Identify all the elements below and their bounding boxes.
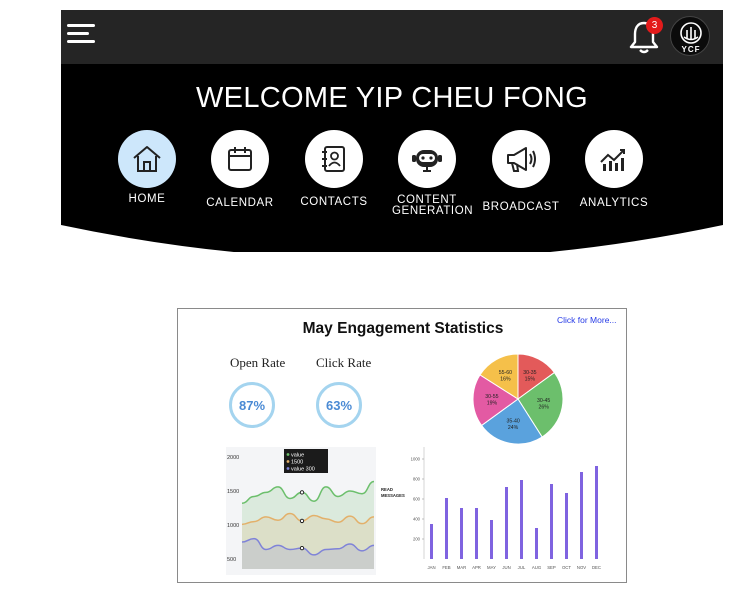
pie-slice-label: 30-55 [485,394,498,400]
x-tick-label: OCT [562,565,571,570]
nav-content-generation-label: CONTENT GENERATION [392,194,474,217]
notification-badge: 3 [646,17,663,34]
y-tick-label: 2000 [227,455,239,461]
calendar-icon [228,147,252,171]
pie-slice-label: 30-45 [537,398,550,404]
logo-text: YCF [681,45,701,54]
nav-contacts-label: CONTACTS [300,196,368,208]
y-tick-label: 1000 [411,457,421,462]
series-marker [299,490,305,495]
x-tick-label: SEP [547,565,556,570]
bar [550,484,553,559]
nav-calendar[interactable]: CALENDAR [195,130,285,209]
click-for-more-link[interactable]: Click for More... [557,315,617,325]
nav-calendar-label: CALENDAR [206,197,274,209]
tooltip-dot [286,460,290,463]
nav-contacts[interactable]: CONTACTS [289,130,379,208]
hero-section: WELCOME YIP CHEU FONG HOME CALENDAR CONT… [61,64,723,252]
nav-content-generation[interactable]: CONTENT GENERATION [382,130,474,217]
y-tick-label: 400 [413,517,421,522]
open-rate-ring: 87% [229,382,275,428]
nav-contacts-circle [305,130,363,188]
nav-analytics-circle [585,130,643,188]
x-tick-label: FEB [442,565,450,570]
robot-icon [412,150,442,172]
nav-analytics[interactable]: ANALYTICS [569,130,659,209]
y-tick-label: 200 [413,537,421,542]
tooltip-dot [286,453,290,456]
click-rate-label: Click Rate [316,355,372,370]
bar [565,493,568,559]
bar [445,498,448,559]
bar [505,487,508,559]
analytics-icon [600,149,625,171]
nav-broadcast-label: BROADCAST [482,201,560,213]
nav-content-generation-circle [398,130,456,188]
engagement-stats-card[interactable]: May Engagement Statistics Click for More… [177,308,627,583]
click-rate-value: 63% [325,397,353,413]
notification-button[interactable]: 3 [626,16,663,58]
open-rate-value: 87% [238,397,266,413]
pie-slice-label: 30-35 [523,370,536,376]
bar [580,472,583,559]
x-tick-label: DEC [592,565,601,570]
nav-home-circle [118,130,176,188]
x-tick-label: JUN [502,565,510,570]
welcome-title: WELCOME YIP CHEU FONG [196,82,588,114]
bar [535,528,538,559]
bar [490,520,493,559]
y-tick-label: 500 [227,557,236,563]
bar [595,466,598,559]
bar [430,524,433,559]
series-marker [299,518,305,524]
avatar[interactable]: YCF [670,16,710,56]
nav-home-label: HOME [128,193,166,205]
x-tick-label: MAY [487,565,496,570]
nav-home[interactable]: HOME [102,130,192,205]
megaphone-icon [507,147,536,172]
y-tick-label: 1000 [227,523,239,529]
pie-slice-label: 55-60 [499,370,512,376]
pie-slice-label: 24% [508,425,519,431]
x-tick-label: JAN [427,565,435,570]
tooltip-line: 1500 [291,460,303,466]
nav-broadcast[interactable]: BROADCAST [476,130,566,213]
open-rate-label: Open Rate [230,355,286,370]
x-tick-label: APR [472,565,481,570]
pie-slice-label: 35-40 [506,419,519,425]
series-marker [299,545,305,551]
tooltip-line: value 300 [291,467,315,473]
x-tick-label: AUG [532,565,542,570]
ycf-logo [680,22,702,44]
bar [475,508,478,559]
pie-slice-label: 15% [525,376,536,382]
contacts-icon [322,146,345,172]
click-rate-ring: 63% [316,382,362,428]
menu-icon[interactable] [67,22,95,46]
nav-calendar-circle [211,130,269,188]
bar [520,480,523,559]
nav-analytics-label: ANALYTICS [579,197,649,209]
nav-broadcast-circle [492,130,550,188]
tooltip-line: value [291,453,304,459]
pie-slice-label: 19% [487,400,498,406]
x-tick-label: MAR [457,565,467,570]
y-tick-label: 600 [413,497,421,502]
age-pie-chart: 30-3515% 30-4526% 35-4024% 30-5519% 55-6016% [472,353,564,445]
home-icon [133,146,161,172]
y-tick-label: 1500 [227,489,239,495]
tooltip-dot [286,467,290,470]
y-axis-label: READ [381,487,393,492]
pie-slice-label: 16% [500,377,511,383]
y-axis-label: MESSAGES [381,493,405,498]
x-tick-label: NOV [577,565,586,570]
top-bar: 3 YCF [61,10,723,64]
engagement-line-chart: 200015001000500value1500value 300 [226,447,376,575]
y-tick-label: 800 [413,477,421,482]
pie-slice-label: 26% [538,404,549,410]
bar [460,508,463,559]
read-messages-bar-chart: READMESSAGES 1000 800 600 400 200 JAN FEB MAR APR… [381,447,601,570]
x-tick-label: JUL [518,565,526,570]
